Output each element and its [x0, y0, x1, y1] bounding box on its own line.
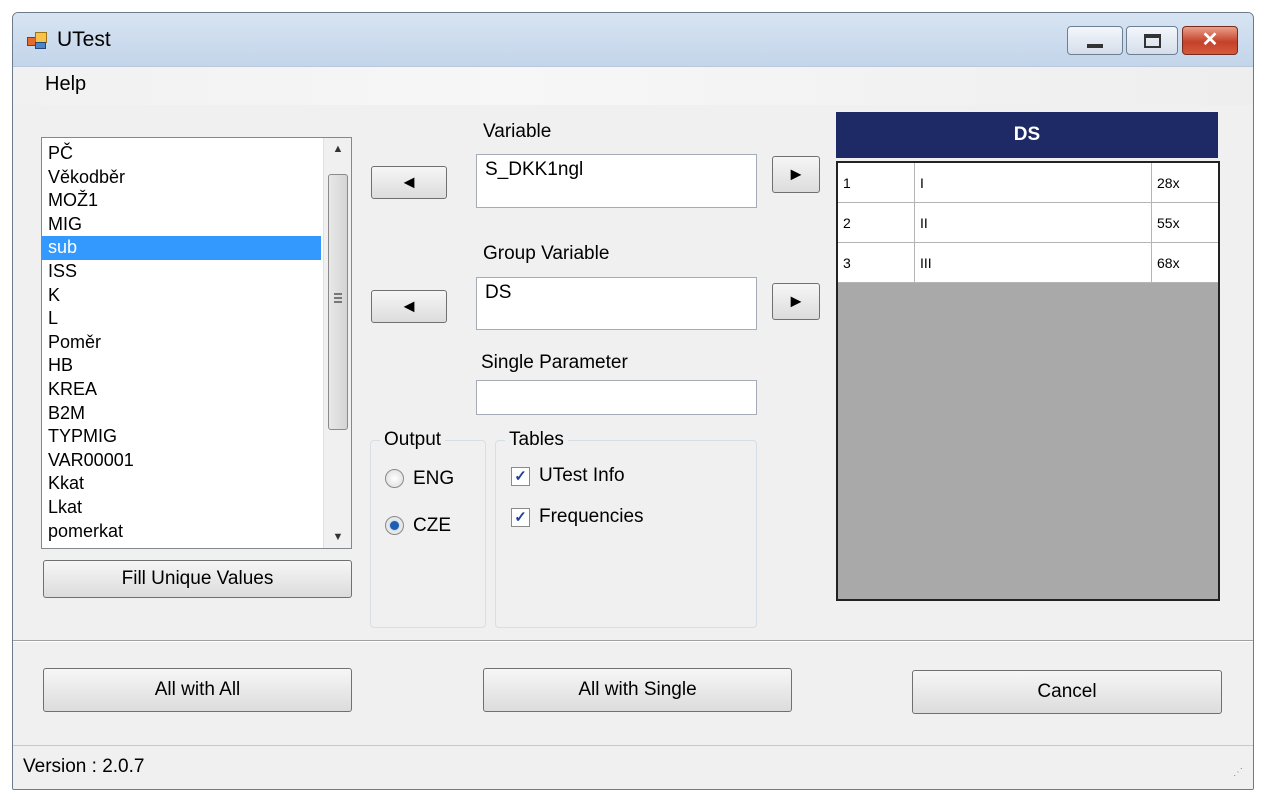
move-to-group-variable-button[interactable]: ◄	[371, 290, 447, 323]
list-item[interactable]: ISS	[42, 260, 321, 284]
checkbox-utest-info-label[interactable]: UTest Info	[539, 465, 625, 487]
table-cell[interactable]: I	[915, 163, 1152, 203]
list-item[interactable]: pomerkat	[42, 520, 321, 544]
list-item[interactable]: Věkodběr	[42, 166, 321, 190]
checkbox-frequencies-label[interactable]: Frequencies	[539, 506, 644, 528]
move-to-variable-button[interactable]: ◄	[371, 166, 447, 199]
status-bar: Version : 2.0.7 ⋰	[13, 745, 1253, 789]
radio-cze-label[interactable]: CZE	[413, 515, 451, 537]
radio-eng-label[interactable]: ENG	[413, 468, 454, 490]
list-item[interactable]: Poměr	[42, 331, 321, 355]
ds-table-header: DS	[836, 112, 1218, 158]
resize-grip-icon[interactable]: ⋰	[1233, 768, 1247, 783]
list-item[interactable]: sub	[42, 236, 321, 260]
scroll-up-icon[interactable]: ▲	[324, 138, 352, 160]
group-variable-label: Group Variable	[483, 243, 610, 264]
maximize-button[interactable]	[1126, 26, 1178, 55]
single-parameter-field[interactable]	[476, 380, 757, 415]
output-group-title: Output	[380, 429, 446, 451]
variable-listbox[interactable]: PČ Věkodběr MOŽ1 MIG sub ISS K L Poměr HB KREA B2M T…	[41, 137, 352, 549]
listbox-scrollbar[interactable]: ▲ ▼	[323, 138, 351, 548]
list-item[interactable]: KREA	[42, 378, 321, 402]
all-with-single-label: All with Single	[578, 679, 697, 700]
group-variable-field[interactable]: DS	[476, 277, 757, 330]
list-item[interactable]: HB	[42, 354, 321, 378]
utest-window: UTest ✕ Help PČ Věkodběr MOŽ1 MIG sub ISS K L Po…	[12, 12, 1254, 790]
title-bar[interactable]: UTest ✕	[13, 13, 1253, 67]
single-parameter-label: Single Parameter	[481, 352, 628, 373]
maximize-icon	[1144, 34, 1161, 48]
radio-selected-dot	[390, 521, 399, 530]
table-cell[interactable]: 2	[838, 203, 915, 243]
left-arrow-icon: ◄	[400, 296, 418, 316]
variable-label: Variable	[483, 121, 552, 142]
tables-group-title: Tables	[505, 429, 568, 451]
window-title: UTest	[57, 28, 111, 51]
close-icon: ✕	[1201, 29, 1219, 51]
table-cell[interactable]: III	[915, 243, 1152, 283]
list-item[interactable]: Lkat	[42, 496, 321, 520]
all-with-all-button[interactable]: All with All	[43, 668, 352, 712]
checkbox-frequencies[interactable]: ✓	[511, 508, 530, 527]
list-item[interactable]: L	[42, 307, 321, 331]
radio-cze[interactable]	[385, 516, 404, 535]
scroll-down-icon[interactable]: ▼	[324, 526, 352, 548]
checkbox-utest-info[interactable]: ✓	[511, 467, 530, 486]
remove-group-variable-button[interactable]: ►	[772, 283, 820, 320]
table-row[interactable]: 2 II 55x	[838, 203, 1218, 243]
list-item[interactable]: VAR00001	[42, 449, 321, 473]
version-label: Version : 2.0.7	[23, 756, 145, 777]
scroll-grip-icon	[334, 293, 342, 303]
left-arrow-icon: ◄	[400, 172, 418, 192]
fill-unique-values-button[interactable]: Fill Unique Values	[43, 560, 352, 598]
right-arrow-icon: ►	[787, 164, 805, 184]
list-item[interactable]: TYPMIG	[42, 425, 321, 449]
radio-eng[interactable]	[385, 469, 404, 488]
app-icon[interactable]	[27, 32, 47, 50]
remove-variable-button[interactable]: ►	[772, 156, 820, 193]
all-with-all-label: All with All	[154, 679, 241, 700]
table-row[interactable]: 1 I 28x	[838, 163, 1218, 203]
fill-unique-values-label: Fill Unique Values	[121, 568, 274, 589]
close-button[interactable]: ✕	[1182, 26, 1238, 55]
variable-field[interactable]: S_DKK1ngl	[476, 154, 757, 208]
menu-help[interactable]: Help	[45, 73, 86, 96]
ds-table-grid[interactable]: 1 I 28x 2 II 55x 3 III 68x	[836, 161, 1220, 601]
minimize-button[interactable]	[1067, 26, 1123, 55]
cancel-button[interactable]: Cancel	[912, 670, 1222, 714]
table-cell[interactable]: 28x	[1152, 163, 1218, 203]
separator	[13, 640, 1253, 642]
cancel-label: Cancel	[1037, 681, 1097, 702]
list-item[interactable]: K	[42, 284, 321, 308]
table-cell[interactable]: II	[915, 203, 1152, 243]
table-cell[interactable]: 3	[838, 243, 915, 283]
table-row[interactable]: 3 III 68x	[838, 243, 1218, 283]
right-arrow-icon: ►	[787, 291, 805, 311]
list-item[interactable]: B2M	[42, 402, 321, 426]
all-with-single-button[interactable]: All with Single	[483, 668, 792, 712]
list-item[interactable]: MIG	[42, 213, 321, 237]
table-cell[interactable]: 55x	[1152, 203, 1218, 243]
tables-groupbox	[495, 440, 757, 628]
checkmark-icon: ✓	[514, 509, 527, 526]
checkmark-icon: ✓	[514, 468, 527, 485]
minimize-icon	[1087, 44, 1103, 48]
table-cell[interactable]: 68x	[1152, 243, 1218, 283]
list-item[interactable]: MOŽ1	[42, 189, 321, 213]
list-item[interactable]: PČ	[42, 142, 321, 166]
table-cell[interactable]: 1	[838, 163, 915, 203]
list-item[interactable]: Kkat	[42, 472, 321, 496]
menu-bar: Help	[13, 67, 1253, 105]
scroll-thumb[interactable]	[328, 174, 348, 430]
variable-list: PČ Věkodběr MOŽ1 MIG sub ISS K L Poměr HB KREA B2M T…	[42, 142, 321, 543]
